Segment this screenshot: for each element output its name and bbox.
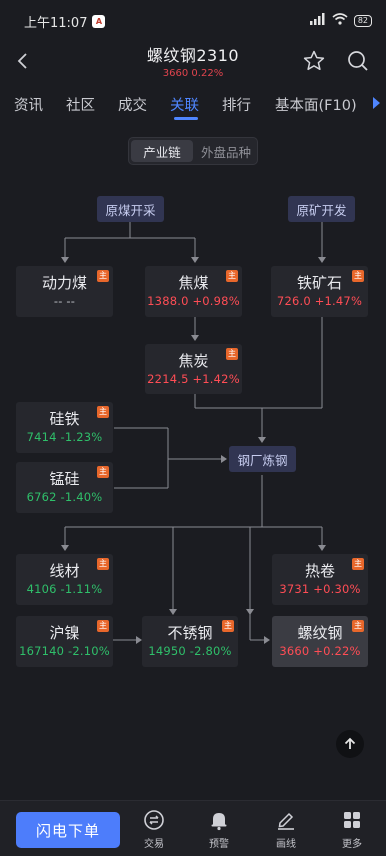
card-thermal-coal[interactable]: 动力煤 -- -- 主	[16, 266, 113, 317]
card-quote: 7414 -1.23%	[26, 430, 103, 444]
node-steel-mill[interactable]: 钢厂炼钢	[229, 446, 296, 472]
tab-community[interactable]: 社区	[66, 94, 95, 115]
main-contract-badge: 主	[97, 406, 109, 418]
star-icon	[303, 50, 325, 71]
tab-ranking[interactable]: 排行	[222, 94, 251, 115]
card-quote: 14950 -2.80%	[148, 644, 232, 658]
nav-label: 画线	[276, 839, 296, 850]
status-time: 上午11:07	[24, 15, 88, 31]
nav-draw-line[interactable]: 画线	[264, 809, 308, 853]
node-coal-mining[interactable]: 原煤开采	[97, 196, 164, 222]
wifi-icon	[332, 13, 348, 29]
grid-icon	[344, 812, 360, 828]
segment-foreign-varieties[interactable]: 外盘品种	[195, 138, 257, 164]
main-contract-badge: 主	[97, 466, 109, 478]
card-quote: 2214.5 +1.42%	[147, 372, 240, 386]
segment-control: 产业链 外盘品种	[128, 137, 258, 165]
status-bar: 上午11:07 A 82	[0, 0, 386, 42]
main-contract-badge: 主	[222, 620, 234, 632]
nav-label: 交易	[144, 839, 164, 850]
tab-related[interactable]: 关联	[170, 94, 199, 115]
battery-icon: 82	[353, 15, 372, 27]
main-contract-badge: 主	[352, 270, 364, 282]
trade-icon	[144, 810, 164, 830]
favorite-button[interactable]	[300, 47, 328, 75]
card-quote: 167140 -2.10%	[19, 644, 110, 658]
back-arrow-icon	[17, 53, 27, 69]
card-stainless-steel[interactable]: 不锈钢 14950 -2.80% 主	[142, 616, 238, 667]
bottom-bar: 闪电下单 交易 预警 画线 更多	[0, 800, 386, 856]
tab-bar: 资讯 社区 成交 关联 排行 基本面(F10)	[0, 90, 386, 120]
title-block: 螺纹钢2310 3660 0.22%	[93, 42, 293, 79]
main-contract-badge: 主	[97, 558, 109, 570]
card-coke[interactable]: 焦炭 2214.5 +1.42% 主	[145, 344, 242, 394]
bell-icon	[211, 813, 227, 831]
active-tab-indicator	[174, 117, 198, 120]
main-contract-badge: 主	[97, 270, 109, 282]
card-coking-coal[interactable]: 焦煤 1388.0 +0.98% 主	[145, 266, 242, 317]
card-quote: 726.0 +1.47%	[276, 294, 363, 308]
tab-fundamentals[interactable]: 基本面(F10)	[275, 94, 357, 115]
card-quote: -- --	[53, 294, 76, 308]
main-contract-badge: 主	[226, 270, 238, 282]
nav-more[interactable]: 更多	[330, 809, 374, 853]
tab-trades[interactable]: 成交	[118, 94, 147, 115]
signal-icon	[309, 13, 326, 29]
nav-alert[interactable]: 预警	[197, 809, 241, 853]
page-title: 螺纹钢2310	[146, 46, 240, 65]
card-iron-ore[interactable]: 铁矿石 726.0 +1.47% 主	[271, 266, 368, 317]
card-quote: 3731 +0.30%	[279, 582, 361, 596]
main-contract-badge: 主	[352, 558, 364, 570]
page-subtitle-quote: 3660 0.22%	[162, 68, 224, 79]
card-rebar[interactable]: 螺纹钢 3660 +0.22% 主	[272, 616, 368, 667]
pen-line-icon	[278, 812, 294, 830]
nav-trade[interactable]: 交易	[132, 809, 176, 853]
card-hot-rolled-coil[interactable]: 热卷 3731 +0.30% 主	[272, 554, 368, 605]
node-ore-mining[interactable]: 原矿开发	[288, 196, 355, 222]
search-icon	[348, 51, 368, 71]
card-quote: 3660 +0.22%	[279, 644, 361, 658]
card-quote: 4106 -1.11%	[26, 582, 103, 596]
notification-app-icon: A	[92, 14, 106, 28]
scroll-to-top-button[interactable]	[336, 730, 364, 758]
main-contract-badge: 主	[226, 348, 238, 360]
segment-industry-chain[interactable]: 产业链	[131, 140, 193, 162]
card-silicomanganese[interactable]: 锰硅 6762 -1.40% 主	[16, 462, 113, 513]
card-quote: 6762 -1.40%	[26, 490, 103, 504]
main-contract-badge: 主	[352, 620, 364, 632]
card-wire-rod[interactable]: 线材 4106 -1.11% 主	[16, 554, 113, 605]
search-button[interactable]	[344, 47, 372, 75]
main-contract-badge: 主	[97, 620, 109, 632]
nav-label: 预警	[209, 839, 229, 850]
arrow-up-icon	[344, 737, 356, 749]
card-ferrosilicon[interactable]: 硅铁 7414 -1.23% 主	[16, 402, 113, 453]
header: 螺纹钢2310 3660 0.22%	[0, 40, 386, 84]
card-nickel[interactable]: 沪镍 167140 -2.10% 主	[16, 616, 113, 667]
card-quote: 1388.0 +0.98%	[147, 294, 240, 308]
tab-news[interactable]: 资讯	[14, 94, 43, 115]
back-button[interactable]	[10, 48, 36, 74]
flash-order-button[interactable]: 闪电下单	[16, 812, 120, 848]
tab-scroll-right-icon[interactable]	[373, 97, 380, 109]
nav-label: 更多	[342, 839, 362, 850]
